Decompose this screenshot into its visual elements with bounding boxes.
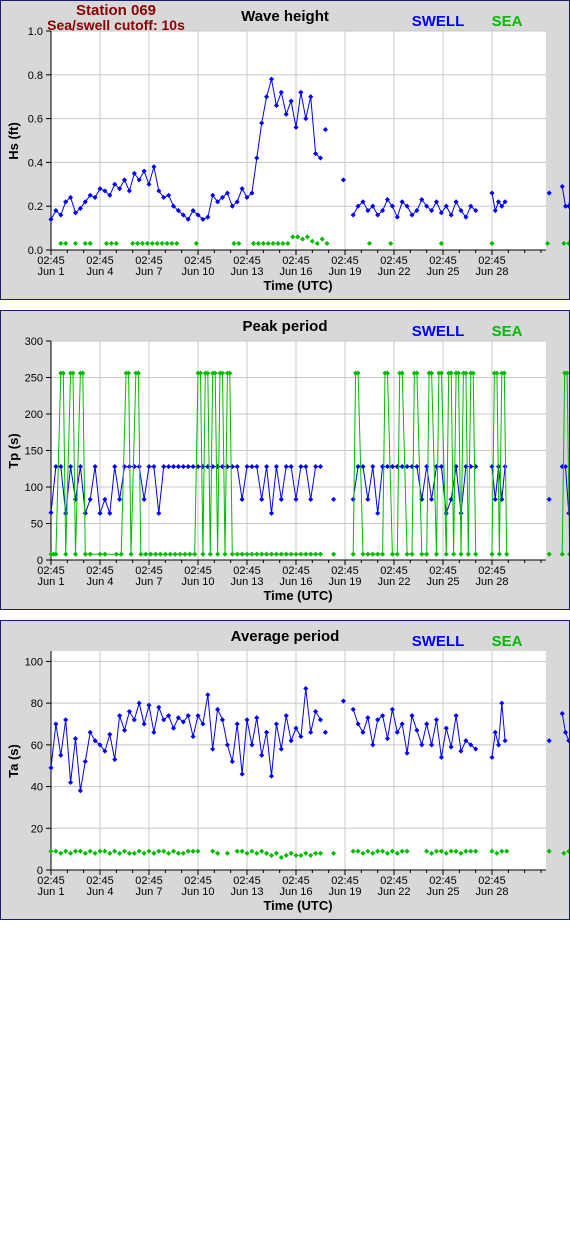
- sea-point: [561, 850, 567, 856]
- y-tick-label: 100: [25, 482, 43, 494]
- y-tick-label: 0.2: [28, 201, 43, 213]
- swell-point: [562, 729, 569, 735]
- y-tick-label: 60: [31, 740, 43, 752]
- y-tick-label: 100: [25, 656, 43, 668]
- cutoff-label: Sea/swell cutoff: 10s: [47, 17, 185, 33]
- y-tick-label: 40: [31, 782, 43, 794]
- sea-point: [566, 240, 569, 246]
- wave-height-panel: 0.0 0.2 0.4 0.6 0.8 1.0 02:45 Jun 1 02:45 Jun 4 02…: [0, 0, 570, 300]
- sea-point: [566, 848, 569, 854]
- y-axis-label: Ta (s): [6, 744, 21, 778]
- x-tick-date: Jun 1: [38, 886, 65, 898]
- x-tick-date: Jun 13: [230, 886, 263, 898]
- y-tick-label: 200: [25, 409, 43, 421]
- swell-point: [566, 203, 569, 209]
- swell-series-line: [561, 186, 569, 207]
- x-tick-date: Jun 1: [38, 266, 65, 278]
- x-tick-date: Jun 25: [426, 576, 459, 588]
- chart-title: Average period: [231, 628, 340, 645]
- y-tick-label: 0.8: [28, 70, 43, 82]
- x-tick-date: Jun 22: [377, 576, 410, 588]
- y-tick-label: 150: [25, 446, 43, 458]
- x-tick-date: Jun 28: [475, 886, 508, 898]
- x-tick-date: Jun 7: [136, 576, 163, 588]
- x-tick-date: Jun 10: [181, 576, 214, 588]
- x-tick-date: Jun 19: [328, 266, 361, 278]
- average-period-panel: 0 20 40 60 80 100 02:45 Jun 1 02:45 Jun 4 02:45 Jun…: [0, 620, 570, 920]
- legend-swell: SWELL: [412, 323, 465, 340]
- sea-point: [567, 551, 569, 557]
- x-axis-label: Time (UTC): [263, 588, 332, 603]
- chart-title: Wave height: [241, 8, 329, 25]
- sea-point: [559, 551, 565, 557]
- y-axis-label: Tp (s): [6, 433, 21, 468]
- chart-title: Peak period: [242, 318, 327, 335]
- y-tick-label: 300: [25, 336, 43, 348]
- legend-swell: SWELL: [412, 633, 465, 650]
- sea-point: [546, 848, 552, 854]
- plot-area: [51, 31, 546, 250]
- x-tick-date: Jun 4: [87, 576, 114, 588]
- x-tick-date: Jun 28: [475, 576, 508, 588]
- x-axis-label: Time (UTC): [263, 278, 332, 293]
- y-tick-label: 0.4: [28, 157, 43, 169]
- y-tick-label: 0.6: [28, 114, 43, 126]
- swell-point: [546, 738, 552, 744]
- x-tick-date: Jun 25: [426, 266, 459, 278]
- x-tick-date: Jun 13: [230, 266, 263, 278]
- sea-point: [546, 551, 552, 557]
- swell-point: [546, 190, 552, 196]
- x-axis-label: Time (UTC): [263, 898, 332, 913]
- average-period-chart: 02040608010002:45Jun 102:45Jun 402:45Jun…: [6, 628, 569, 913]
- legend-sea: SEA: [492, 633, 523, 650]
- x-tick-date: Jun 25: [426, 886, 459, 898]
- x-tick-date: Jun 22: [377, 886, 410, 898]
- x-tick-date: Jun 22: [377, 266, 410, 278]
- x-tick-date: Jun 1: [38, 576, 65, 588]
- x-tick-date: Jun 10: [181, 886, 214, 898]
- y-tick-label: 50: [31, 519, 43, 531]
- x-tick-date: Jun 7: [136, 886, 163, 898]
- peak-period-panel: 0 50 100 150 200 250 300 02:45 Jun 1 02:45 Jun 4 02…: [0, 310, 570, 610]
- y-tick-label: 250: [25, 373, 43, 385]
- wave-height-chart: 0.00.20.40.60.81.002:45Jun 102:45Jun 402…: [6, 8, 569, 293]
- swell-series-line: [561, 713, 569, 743]
- x-tick-date: Jun 16: [279, 576, 312, 588]
- x-tick-date: Jun 7: [136, 266, 163, 278]
- legend-swell: SWELL: [412, 13, 465, 30]
- plot-area: [51, 651, 546, 870]
- peak-period-chart: 05010015020025030002:45Jun 102:45Jun 402…: [6, 318, 569, 603]
- x-tick-date: Jun 16: [279, 266, 312, 278]
- x-tick-date: Jun 19: [328, 576, 361, 588]
- y-tick-label: 80: [31, 698, 43, 710]
- swell-point: [546, 496, 552, 502]
- swell-point: [559, 711, 565, 717]
- sea-point: [561, 240, 567, 246]
- x-tick-date: Jun 19: [328, 886, 361, 898]
- legend-sea: SEA: [492, 323, 523, 340]
- y-axis-label: Hs (ft): [6, 122, 21, 160]
- legend-sea: SEA: [492, 13, 523, 30]
- x-tick-date: Jun 10: [181, 266, 214, 278]
- x-tick-date: Jun 13: [230, 576, 263, 588]
- sea-series-line: [561, 372, 569, 555]
- y-tick-label: 20: [31, 823, 43, 835]
- x-tick-date: Jun 4: [87, 266, 114, 278]
- swell-point: [559, 183, 565, 190]
- x-tick-date: Jun 28: [475, 266, 508, 278]
- x-tick-date: Jun 4: [87, 886, 114, 898]
- x-tick-date: Jun 16: [279, 886, 312, 898]
